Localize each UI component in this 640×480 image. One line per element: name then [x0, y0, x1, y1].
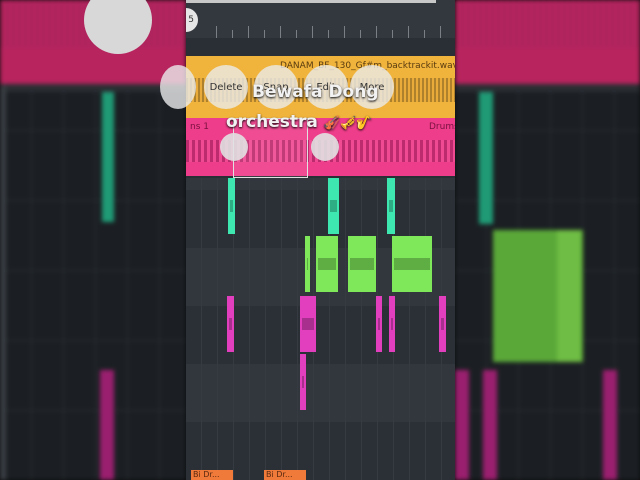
orange-clip[interactable]: Bi Dr...: [191, 470, 233, 480]
left-blurred-background: [0, 0, 186, 480]
pink-clip-right-label: Drums: [429, 122, 455, 132]
ruler-badge-text: 5: [188, 15, 194, 25]
green-clip[interactable]: [316, 236, 338, 292]
selection-handle-left[interactable]: [220, 133, 248, 161]
pink-clip-left-label: ns 1: [190, 122, 209, 132]
menu-button-partial[interactable]: [160, 65, 196, 109]
delete-button[interactable]: Delete: [204, 65, 248, 109]
caption-line-2: orchestra 🎻🎺🎷: [226, 112, 372, 132]
caption-line-1: Bewafa Dong: [252, 82, 379, 102]
teal-clip[interactable]: [228, 178, 235, 234]
green-clip[interactable]: [392, 236, 432, 292]
magenta-clip[interactable]: [389, 296, 395, 352]
right-bg-pink-track: [455, 0, 640, 84]
orange-clip[interactable]: Bi Dr...: [264, 470, 306, 480]
orange-clip-label: Bi Dr...: [266, 470, 293, 479]
magenta-clip[interactable]: [300, 354, 306, 410]
right-blurred-background: [455, 0, 640, 480]
right-bg-teal-clip: [479, 92, 493, 224]
left-bg-magenta-clip: [100, 370, 114, 480]
magenta-clip[interactable]: [376, 296, 382, 352]
orange-clip-label: Bi Dr...: [193, 470, 220, 479]
teal-clip[interactable]: [328, 178, 339, 234]
teal-clip[interactable]: [387, 178, 395, 234]
magenta-clip[interactable]: [300, 296, 316, 352]
delete-button-label: Delete: [209, 81, 243, 93]
green-clip[interactable]: [348, 236, 376, 292]
magenta-clip[interactable]: [439, 296, 446, 352]
caption-line-2-text: orchestra: [226, 112, 318, 132]
right-bg-magenta-clip: [455, 370, 469, 480]
timeline-ruler[interactable]: [186, 0, 455, 39]
selection-handle-right[interactable]: [311, 133, 339, 161]
green-clip[interactable]: [305, 236, 310, 292]
instrument-emoji: 🎻🎺🎷: [323, 116, 373, 131]
left-bg-teal-clip: [102, 92, 114, 222]
playhead-bar: [186, 0, 436, 3]
magenta-clip[interactable]: [227, 296, 234, 352]
